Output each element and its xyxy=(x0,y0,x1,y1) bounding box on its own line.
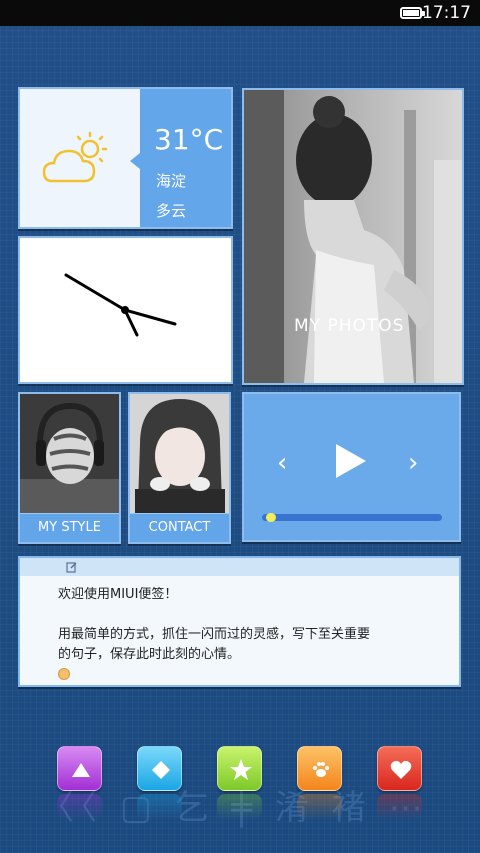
note-line-3: 的句子，保存此时此刻的心情。 xyxy=(58,647,241,662)
status-bar: 17:17 xyxy=(0,0,480,26)
weather-widget[interactable]: 31°C 海淀 多云 xyxy=(18,87,233,229)
photo-image xyxy=(244,90,462,383)
app-dock xyxy=(0,746,480,846)
edit-icon[interactable] xyxy=(66,561,78,573)
home-screen: 17:17 31°C 海淀 多云 MY PHOTOS MY STYLE CONT… xyxy=(0,0,480,853)
note-line-1: 欢迎使用MIUI便签！ xyxy=(58,587,178,602)
paw-icon xyxy=(298,747,343,792)
next-track-icon[interactable]: › xyxy=(408,450,418,476)
contact-image xyxy=(130,394,229,514)
note-line-2: 用最简单的方式，抓住一闪而过的灵感，写下至关重要 xyxy=(58,627,371,642)
progress-bar[interactable] xyxy=(262,514,442,521)
battery-full-icon xyxy=(400,7,425,19)
heart-app-button[interactable] xyxy=(377,746,422,791)
diamond-app-button[interactable] xyxy=(137,746,182,791)
star-icon xyxy=(218,747,263,792)
status-time: 17:17 xyxy=(422,3,471,23)
star-app-button[interactable] xyxy=(217,746,262,791)
temperature: 31°C xyxy=(154,123,224,156)
hour-hand xyxy=(64,273,127,312)
photos-widget[interactable]: MY PHOTOS xyxy=(242,88,464,385)
progress-knob[interactable] xyxy=(266,513,276,522)
smile-icon xyxy=(58,668,70,680)
triangle-icon xyxy=(58,747,103,792)
music-player-widget: ‹ › xyxy=(242,392,461,542)
note-body: 欢迎使用MIUI便签！ 用最简单的方式，抓住一闪而过的灵感，写下至关重要 的句子… xyxy=(58,585,438,687)
contact-label: CONTACT xyxy=(130,513,229,542)
notes-header xyxy=(20,558,459,576)
my-style-tile[interactable]: MY STYLE xyxy=(18,392,121,544)
partly-cloudy-icon xyxy=(42,131,108,183)
previous-track-icon[interactable]: ‹ xyxy=(277,450,287,476)
triangle-app-button[interactable] xyxy=(57,746,102,791)
photos-label: MY PHOTOS xyxy=(294,316,405,336)
my-style-image xyxy=(20,394,119,514)
analog-clock xyxy=(64,273,177,337)
paw-app-button[interactable] xyxy=(297,746,342,791)
diamond-icon xyxy=(138,747,183,792)
weather-location: 海淀 xyxy=(156,172,187,190)
clock-widget[interactable] xyxy=(18,236,233,384)
minute-hand xyxy=(123,308,177,326)
my-style-label: MY STYLE xyxy=(20,513,119,542)
weather-condition: 多云 xyxy=(156,202,187,220)
play-icon[interactable] xyxy=(336,444,366,478)
contact-tile[interactable]: CONTACT xyxy=(128,392,231,544)
heart-icon xyxy=(378,747,423,792)
weather-info-panel: 31°C 海淀 多云 xyxy=(130,89,231,227)
notes-widget[interactable]: 欢迎使用MIUI便签！ 用最简单的方式，抓住一闪而过的灵感，写下至关重要 的句子… xyxy=(18,556,461,687)
